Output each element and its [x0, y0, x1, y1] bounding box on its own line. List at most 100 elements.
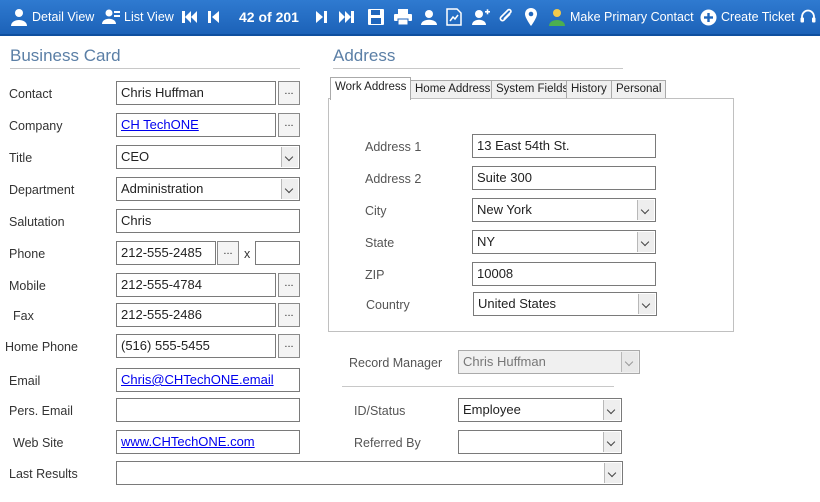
company-lookup-button[interactable]: ...: [278, 113, 300, 137]
chevron-down-icon[interactable]: [603, 432, 620, 452]
home-phone-field[interactable]: (516) 555-5455: [116, 334, 276, 358]
state-label: State: [365, 236, 395, 250]
tab-personal[interactable]: Personal: [611, 80, 667, 99]
previous-record-button[interactable]: [208, 0, 220, 34]
tab-work-address[interactable]: Work Address: [330, 77, 412, 100]
last-results-select[interactable]: [116, 461, 623, 485]
mobile-field[interactable]: 212-555-4784: [116, 273, 276, 297]
contact-lookup-button[interactable]: ...: [278, 81, 300, 105]
print-button[interactable]: [394, 0, 412, 34]
add-person-icon: [472, 9, 490, 25]
next-record-button[interactable]: [315, 0, 327, 34]
referred-by-select[interactable]: [458, 430, 622, 454]
referred-by-label: Referred By: [354, 436, 421, 450]
detail-view-label: Detail View: [32, 10, 95, 24]
state-select[interactable]: NY: [472, 230, 656, 254]
zip-field[interactable]: 10008: [472, 262, 656, 286]
contact-field[interactable]: Chris Huffman: [116, 81, 276, 105]
contacts-button[interactable]: [420, 0, 438, 34]
divider: [342, 386, 614, 387]
last-record-icon: [339, 11, 354, 23]
web-site-field[interactable]: www.CHTechONE.com: [116, 430, 300, 454]
tab-home-address[interactable]: Home Address: [410, 80, 496, 99]
chevron-down-icon[interactable]: [281, 179, 298, 199]
web-site-label: Web Site: [13, 436, 64, 450]
make-primary-contact-button[interactable]: Make Primary Contact: [548, 0, 694, 34]
country-select[interactable]: United States: [473, 292, 657, 316]
attach-button[interactable]: [498, 0, 514, 34]
home-phone-dial-button[interactable]: ...: [278, 334, 300, 358]
tab-history[interactable]: History: [566, 80, 612, 99]
list-view-button[interactable]: List View: [102, 0, 174, 34]
chevron-down-icon[interactable]: [637, 232, 654, 252]
record-manager-select: Chris Huffman: [458, 350, 640, 374]
chevron-down-icon[interactable]: [638, 294, 655, 314]
department-select[interactable]: Administration: [116, 177, 300, 201]
chevron-down-icon[interactable]: [604, 463, 621, 483]
address1-field[interactable]: 13 East 54th St.: [472, 134, 656, 158]
first-record-icon: [182, 11, 197, 23]
attach-icon: [499, 8, 512, 22]
add-contact-button[interactable]: [472, 0, 490, 34]
title-select[interactable]: CEO: [116, 145, 300, 169]
chart-doc-icon: [446, 8, 462, 26]
next-record-icon: [316, 11, 327, 23]
phone-ext-field[interactable]: [255, 241, 300, 265]
create-ticket-button[interactable]: Create Ticket: [700, 0, 795, 34]
last-results-label: Last Results: [9, 467, 78, 481]
city-select[interactable]: New York: [472, 198, 656, 222]
make-primary-contact-label: Make Primary Contact: [570, 10, 694, 24]
first-record-button[interactable]: [182, 0, 198, 34]
country-value: United States: [478, 296, 557, 311]
support-button[interactable]: [800, 0, 816, 34]
contact-label: Contact: [9, 87, 53, 101]
fax-dial-button[interactable]: ...: [278, 303, 300, 327]
city-value: New York: [477, 202, 532, 217]
tab-system-fields[interactable]: System Fields: [491, 80, 574, 99]
email-field[interactable]: Chris@CHTechONE.email: [116, 368, 300, 392]
address1-label: Address 1: [365, 140, 422, 154]
company-label: Company: [9, 119, 63, 133]
chevron-down-icon: [621, 352, 638, 372]
location-pin-icon: [525, 8, 537, 26]
country-label: Country: [366, 298, 410, 312]
record-manager-label: Record Manager: [349, 356, 443, 370]
detail-view-button[interactable]: Detail View: [10, 0, 94, 34]
record-position: 42 of 201: [239, 0, 299, 34]
headset-icon: [800, 9, 816, 23]
chevron-down-icon[interactable]: [637, 200, 654, 220]
department-value: Administration: [121, 181, 204, 196]
company-field[interactable]: CH TechONE: [116, 113, 276, 137]
report-button[interactable]: [446, 0, 462, 34]
pers-email-label: Pers. Email: [9, 404, 73, 418]
chevron-down-icon[interactable]: [281, 147, 298, 167]
mobile-dial-button[interactable]: ...: [278, 273, 300, 297]
pers-email-field[interactable]: [116, 398, 300, 422]
chevron-down-icon[interactable]: [603, 400, 620, 420]
save-icon: [368, 9, 384, 25]
salutation-field[interactable]: Chris: [116, 209, 300, 233]
person-icon: [11, 9, 27, 26]
primary-contact-icon: [549, 9, 565, 26]
fax-field[interactable]: 212-555-2486: [116, 303, 276, 327]
fax-label: Fax: [13, 309, 34, 323]
address2-field[interactable]: Suite 300: [472, 166, 656, 190]
last-record-button[interactable]: [338, 0, 354, 34]
contact-card-icon: [421, 10, 437, 25]
record-manager-value: Chris Huffman: [463, 354, 546, 369]
title-value: CEO: [121, 149, 150, 164]
previous-record-icon: [208, 11, 219, 23]
id-status-label: ID/Status: [354, 404, 406, 418]
home-phone-label: Home Phone: [5, 340, 78, 354]
save-button[interactable]: [368, 0, 384, 34]
address2-label: Address 2: [365, 172, 422, 186]
phone-dial-button[interactable]: ...: [217, 241, 239, 265]
phone-field[interactable]: 212-555-2485: [116, 241, 216, 265]
id-status-value: Employee: [463, 402, 521, 417]
id-status-select[interactable]: Employee: [458, 398, 622, 422]
address-title: Address: [333, 46, 623, 69]
create-ticket-label: Create Ticket: [721, 10, 795, 24]
list-person-icon: [102, 9, 120, 24]
map-button[interactable]: [525, 0, 537, 34]
zip-label: ZIP: [365, 268, 385, 282]
